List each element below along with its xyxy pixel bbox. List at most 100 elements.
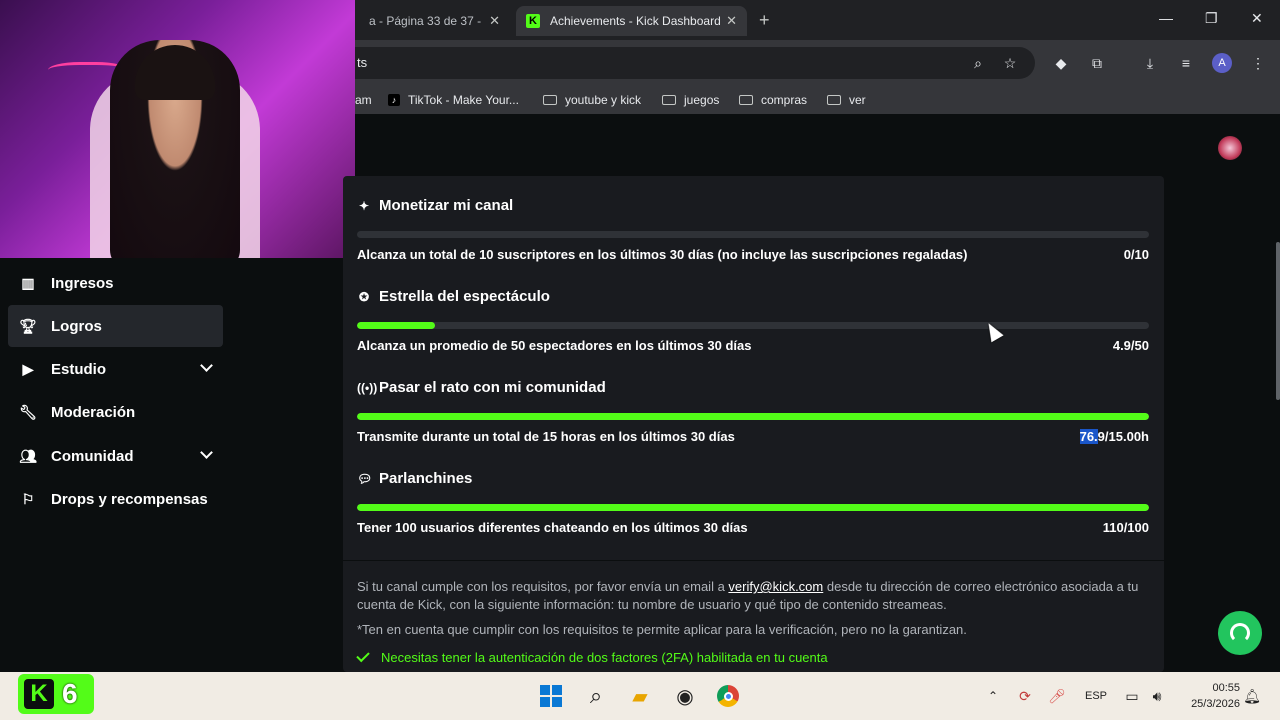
sparkle-icon: ✦ (358, 198, 370, 213)
achievement-title: ((•)) Pasar el rato con mi comunidad (357, 379, 606, 396)
achievement-progress-bar (357, 231, 1149, 238)
microphone-icon[interactable]: 🎤︎ (1045, 684, 1069, 708)
sidebar-item-label: Drops y recompensas (51, 490, 208, 508)
bookmark-label: youtube y kick (565, 93, 642, 107)
bookmark-label: TikTok - Make Your... (408, 93, 519, 107)
info-text: Si tu canal cumple con los requisitos, p… (357, 579, 729, 594)
chevron-down-icon[interactable] (200, 446, 213, 459)
bar-chart-icon: ▥ (21, 274, 35, 291)
extensions-icon[interactable]: ⧉ (1088, 54, 1106, 72)
achievement-value: 76.9/15.00h (1079, 429, 1149, 444)
sidebar-item-ingresos[interactable]: ▥ Ingresos (8, 262, 223, 304)
tab-active-label: Achievements - Kick Dashboard (550, 14, 721, 28)
broadcast-icon: ((•)) (357, 380, 378, 395)
achievement-progress-bar (357, 413, 1149, 420)
system-clock[interactable]: 00:55 25/3/2026 (1180, 680, 1240, 712)
achievement-value: 4.9/50 (1112, 338, 1149, 353)
menu-dots-icon[interactable]: ⋮ (1249, 54, 1267, 72)
tab-achievements[interactable]: K Achievements - Kick Dashboard ✕ (516, 6, 747, 36)
folder-icon (543, 95, 557, 105)
sidebar-item-estudio[interactable]: ▶ Estudio (8, 348, 223, 390)
sync-icon[interactable]: ⟳ (1013, 684, 1037, 708)
sidebar-item-drops[interactable]: ⚐ Drops y recompensas (8, 478, 223, 520)
page-scrollbar[interactable] (1276, 242, 1280, 400)
search-icon[interactable]: ⌕ (584, 683, 608, 708)
sidebar-item-logros[interactable]: 🏆︎ Logros (8, 305, 223, 347)
chevron-down-icon[interactable] (200, 359, 213, 372)
bookmark-label: am (355, 93, 372, 107)
bookmark-tiktok[interactable]: ♪ TikTok - Make Your... (388, 93, 519, 107)
sidebar-item-label: Estudio (51, 360, 106, 378)
chrome-icon[interactable] (716, 684, 740, 708)
dashboard-header (355, 121, 1280, 176)
sidebar-item-label: Logros (51, 317, 102, 335)
browser-toolbar: ts ⌕ ☆ ◆ ⧉ ⤓ ≡ A ⋮ (355, 40, 1280, 86)
bookmark-label: juegos (684, 93, 720, 107)
browser-tab-bar: a - Página 33 de 37 - G ✕ K Achievements… (355, 0, 1280, 40)
kick-count: 6 (62, 678, 78, 709)
close-tab-icon[interactable]: ✕ (489, 13, 500, 29)
obs-icon[interactable]: ◉ (673, 684, 697, 708)
achievement-title-text: Estrella del espectáculo (379, 288, 550, 305)
restore-icon[interactable]: ❐ (1205, 10, 1218, 27)
download-icon[interactable]: ⤓ (1141, 54, 1159, 72)
user-avatar[interactable] (1218, 136, 1242, 160)
media-icon[interactable]: ≡ (1177, 54, 1195, 72)
verification-info: Si tu canal cumple con los requisitos, p… (357, 578, 1157, 614)
minimize-icon[interactable]: — (1159, 10, 1173, 26)
chat-icon: 💬︎ (357, 471, 373, 486)
verification-note: *Ten en cuenta que cumplir con los requi… (357, 622, 967, 637)
star-user-icon: ✪ (358, 289, 370, 304)
windows-start-icon[interactable] (539, 684, 563, 708)
bookmark-item[interactable]: am (355, 93, 372, 107)
close-tab-icon[interactable]: ✕ (726, 13, 737, 29)
network-icon[interactable]: ▭ (1120, 684, 1144, 708)
folder-icon (739, 95, 753, 105)
achievement-progress-bar (357, 322, 1149, 329)
email-link[interactable]: verify@kick.com (728, 579, 823, 594)
achievement-title: 💬︎ Parlanchines (357, 470, 472, 487)
progress-fill (357, 504, 1149, 511)
tab-inactive[interactable]: a - Página 33 de 37 - G ✕ (355, 6, 510, 36)
bookmark-folder[interactable]: juegos (662, 93, 719, 107)
achievement-value: 110/100 (1102, 520, 1149, 535)
notification-bell-icon[interactable]: 🔔︎ (1240, 684, 1264, 708)
bookmark-folder[interactable]: ver (827, 93, 866, 107)
profile-avatar[interactable]: A (1212, 53, 1232, 73)
address-bar[interactable]: ts (355, 47, 1035, 79)
new-tab-icon[interactable]: + (759, 10, 770, 31)
window-close-icon[interactable]: ✕ (1251, 10, 1263, 27)
language-indicator[interactable]: ESP (1085, 690, 1107, 702)
bookmark-label: ver (849, 93, 866, 107)
extension-diamond-icon[interactable]: ◆ (1052, 54, 1070, 72)
sidebar-item-comunidad[interactable]: 👥︎ Comunidad (8, 435, 223, 477)
volume-icon[interactable]: 🔊︎ (1145, 684, 1169, 708)
help-chat-button[interactable] (1218, 611, 1262, 655)
achievement-title-text: Monetizar mi canal (379, 197, 514, 214)
achievement-title-text: Parlanchines (379, 470, 473, 487)
file-explorer-icon[interactable]: ▰ (628, 684, 652, 708)
progress-fill (357, 322, 435, 329)
kick-overlay-badge: K 6 (18, 674, 94, 714)
section-divider (343, 560, 1164, 561)
sidebar-item-label: Moderación (51, 403, 136, 421)
achievement-title: ✦ Monetizar mi canal (357, 197, 513, 214)
headset-icon (1230, 623, 1250, 643)
gift-icon: ⚐ (21, 490, 35, 507)
achievement-value: 0/10 (1123, 247, 1149, 262)
sidebar-item-moderacion[interactable]: 🔧︎ Moderación (8, 391, 223, 433)
users-icon: 👥︎ (19, 447, 37, 464)
achievement-description: Alcanza un promedio de 50 espectadores e… (357, 338, 752, 353)
progress-fill (357, 413, 1149, 420)
url-text: ts (357, 55, 368, 70)
bookmarks-bar: am ♪ TikTok - Make Your... youtube y kic… (355, 86, 1280, 114)
zoom-icon[interactable]: ⌕ (969, 54, 987, 72)
webcam-overlay (0, 0, 355, 258)
tiktok-icon: ♪ (388, 94, 400, 106)
bookmark-star-icon[interactable]: ☆ (1001, 54, 1019, 72)
tray-chevron-icon[interactable]: ⌃ (981, 684, 1005, 708)
clock-time: 00:55 (1212, 682, 1240, 694)
achievement-description: Alcanza un total de 10 suscriptores en l… (357, 247, 968, 262)
bookmark-folder[interactable]: compras (739, 93, 807, 107)
bookmark-folder[interactable]: youtube y kick (543, 93, 641, 107)
